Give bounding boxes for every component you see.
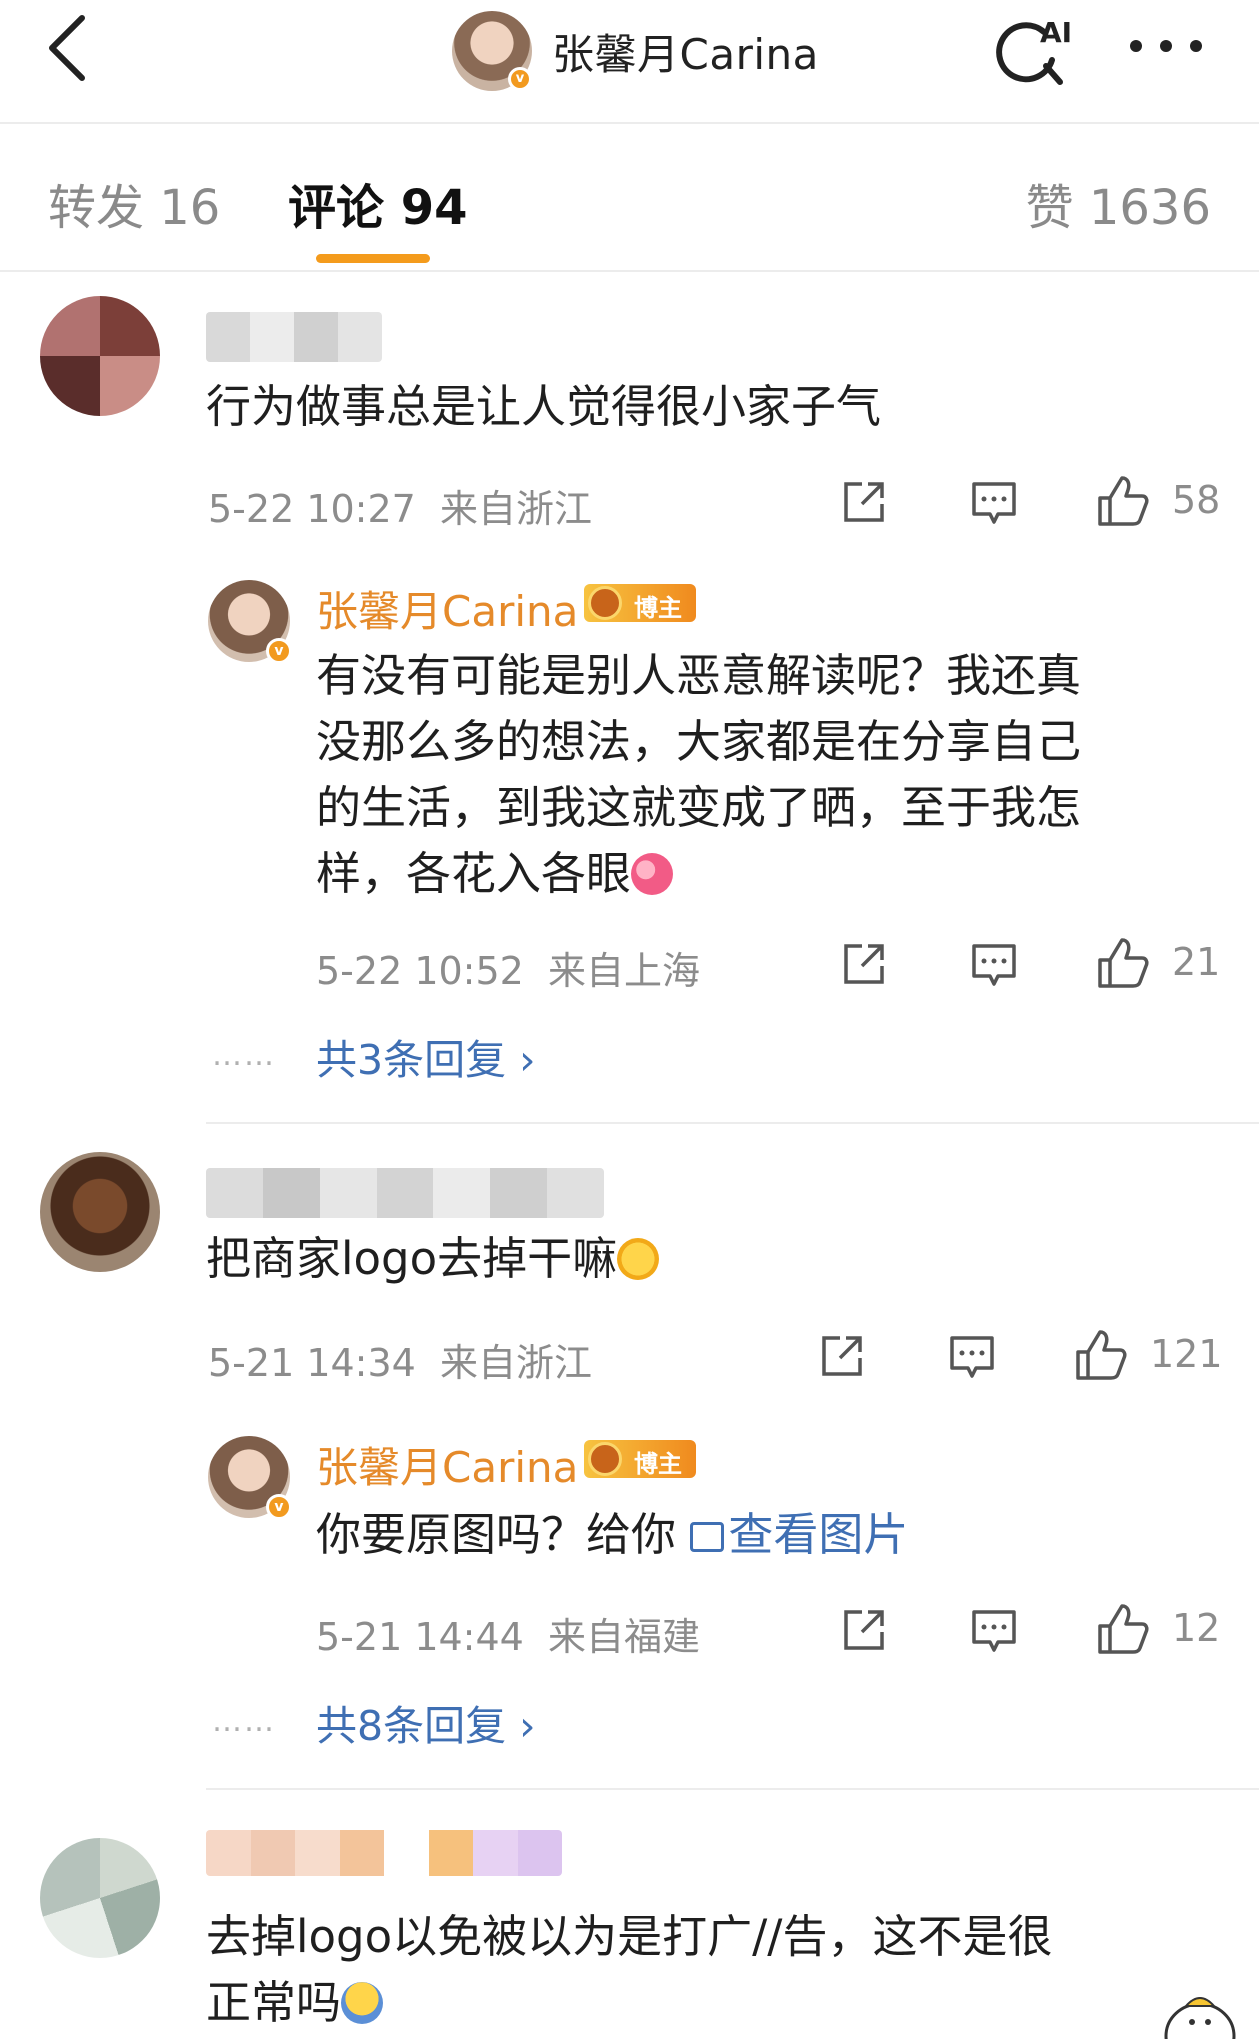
more-replies-link[interactable]: 共3条回复 › bbox=[316, 1026, 536, 1086]
active-tab-indicator bbox=[316, 254, 430, 263]
back-icon[interactable] bbox=[44, 12, 92, 84]
more-replies-link[interactable]: 共8条回复 › bbox=[316, 1692, 536, 1752]
reply-location: 来自上海 bbox=[547, 949, 700, 993]
svg-text:AI: AI bbox=[1040, 16, 1072, 49]
tab-bar: 转发 16 评论 94 赞 1636 bbox=[0, 124, 1259, 272]
like-icon[interactable] bbox=[1096, 474, 1150, 528]
comment-meta: 5-22 10:27 来自浙江 bbox=[208, 478, 592, 533]
image-icon bbox=[690, 1522, 725, 1552]
avatar[interactable]: v bbox=[208, 1436, 292, 1520]
shrug-emoji-icon bbox=[341, 1982, 384, 2024]
comment-location: 来自浙江 bbox=[439, 1341, 592, 1385]
reply-text: 有没有可能是别人恶意解读呢？我还真 没那么多的想法，大家都是在分享自己 的生活，… bbox=[316, 649, 1082, 900]
reply-author-name[interactable]: 张馨月Carina bbox=[316, 578, 578, 639]
username-blurred[interactable] bbox=[206, 1168, 604, 1218]
reply-time: 5-22 10:52 bbox=[316, 949, 524, 993]
reply-meta: 5-22 10:52 来自上海 bbox=[316, 940, 700, 995]
share-icon[interactable] bbox=[840, 478, 888, 526]
comment-text: 把商家logo去掉干嘛 bbox=[206, 1226, 660, 1292]
crown-icon bbox=[588, 1442, 622, 1476]
crown-icon bbox=[588, 586, 622, 620]
comment-meta: 5-21 14:34 来自浙江 bbox=[208, 1332, 592, 1387]
comment-location: 来自浙江 bbox=[439, 487, 592, 531]
like-count: 21 bbox=[1172, 940, 1221, 984]
comment-time: 5-22 10:27 bbox=[208, 487, 416, 531]
blogger-badge: 博主 bbox=[584, 584, 696, 622]
like-icon[interactable] bbox=[1096, 1602, 1150, 1656]
reply-time: 5-21 14:44 bbox=[316, 1615, 524, 1659]
mascot-icon[interactable] bbox=[1160, 1986, 1240, 2039]
tab-like[interactable]: 赞 1636 bbox=[1026, 168, 1211, 238]
share-icon[interactable] bbox=[840, 1606, 888, 1654]
verified-icon: v bbox=[266, 638, 292, 664]
avatar[interactable] bbox=[40, 296, 160, 416]
share-icon[interactable] bbox=[840, 940, 888, 988]
username-blurred[interactable] bbox=[206, 1830, 562, 1876]
verified-icon: v bbox=[266, 1494, 292, 1520]
dots: …… bbox=[212, 1038, 276, 1073]
comment-icon[interactable] bbox=[970, 1606, 1018, 1654]
comment-icon[interactable] bbox=[970, 478, 1018, 526]
avatar[interactable]: v bbox=[452, 11, 532, 91]
blogger-badge: 博主 bbox=[584, 1440, 696, 1478]
comment-icon[interactable] bbox=[948, 1332, 996, 1380]
dots: …… bbox=[212, 1704, 276, 1739]
laughing-emoji-icon bbox=[617, 1238, 660, 1280]
avatar[interactable] bbox=[40, 1152, 160, 1272]
more-icon[interactable] bbox=[1126, 34, 1206, 58]
like-icon[interactable] bbox=[1096, 936, 1150, 990]
comment-time: 5-21 14:34 bbox=[208, 1341, 416, 1385]
page-title: 张馨月Carina bbox=[552, 29, 819, 79]
comment-text: 行为做事总是让人觉得很小家子气 bbox=[206, 380, 882, 433]
view-image-link[interactable]: 查看图片 bbox=[690, 1508, 908, 1561]
heart-emoji-icon bbox=[631, 853, 674, 895]
comment-text: 去掉logo以免被以为是打广//告，这不是很 正常吗 bbox=[206, 1910, 1053, 2029]
avatar[interactable] bbox=[40, 1838, 160, 1958]
like-count: 12 bbox=[1172, 1606, 1221, 1650]
like-icon[interactable] bbox=[1074, 1328, 1128, 1382]
like-count: 58 bbox=[1172, 478, 1221, 522]
avatar[interactable]: v bbox=[208, 580, 292, 664]
tab-comment[interactable]: 评论 94 bbox=[288, 168, 468, 238]
divider bbox=[206, 1122, 1259, 1124]
share-icon[interactable] bbox=[818, 1332, 866, 1380]
reply-location: 来自福建 bbox=[547, 1615, 700, 1659]
comment-icon[interactable] bbox=[970, 940, 1018, 988]
verified-icon: v bbox=[508, 67, 532, 91]
divider bbox=[206, 1788, 1259, 1790]
like-count: 121 bbox=[1150, 1332, 1223, 1376]
reply-meta: 5-21 14:44 来自福建 bbox=[316, 1606, 700, 1661]
reply-author-name[interactable]: 张馨月Carina bbox=[316, 1434, 578, 1495]
header-title-group[interactable]: v 张馨月Carina bbox=[452, 10, 819, 92]
tab-forward[interactable]: 转发 16 bbox=[48, 168, 220, 238]
top-bar: v 张馨月Carina AI bbox=[0, 0, 1259, 124]
ai-search-icon[interactable]: AI bbox=[992, 10, 1082, 90]
reply-text: 你要原图吗？给你 查看图片 bbox=[316, 1508, 909, 1561]
username-blurred[interactable] bbox=[206, 312, 382, 362]
